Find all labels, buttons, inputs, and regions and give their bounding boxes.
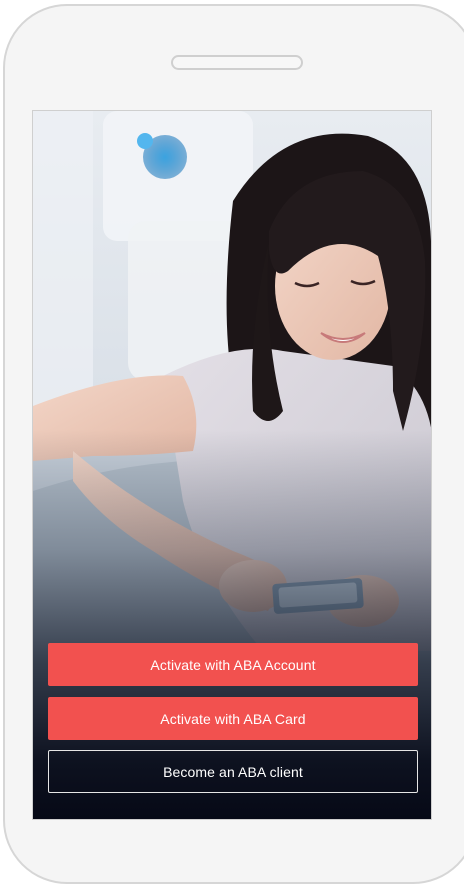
activate-with-account-button[interactable]: Activate with ABA Account bbox=[48, 643, 418, 686]
phone-speaker bbox=[171, 55, 303, 70]
app-screen: Activate with ABA Account Activate with … bbox=[32, 110, 432, 820]
become-client-button[interactable]: Become an ABA client bbox=[48, 750, 418, 793]
activate-with-card-button[interactable]: Activate with ABA Card bbox=[48, 697, 418, 740]
